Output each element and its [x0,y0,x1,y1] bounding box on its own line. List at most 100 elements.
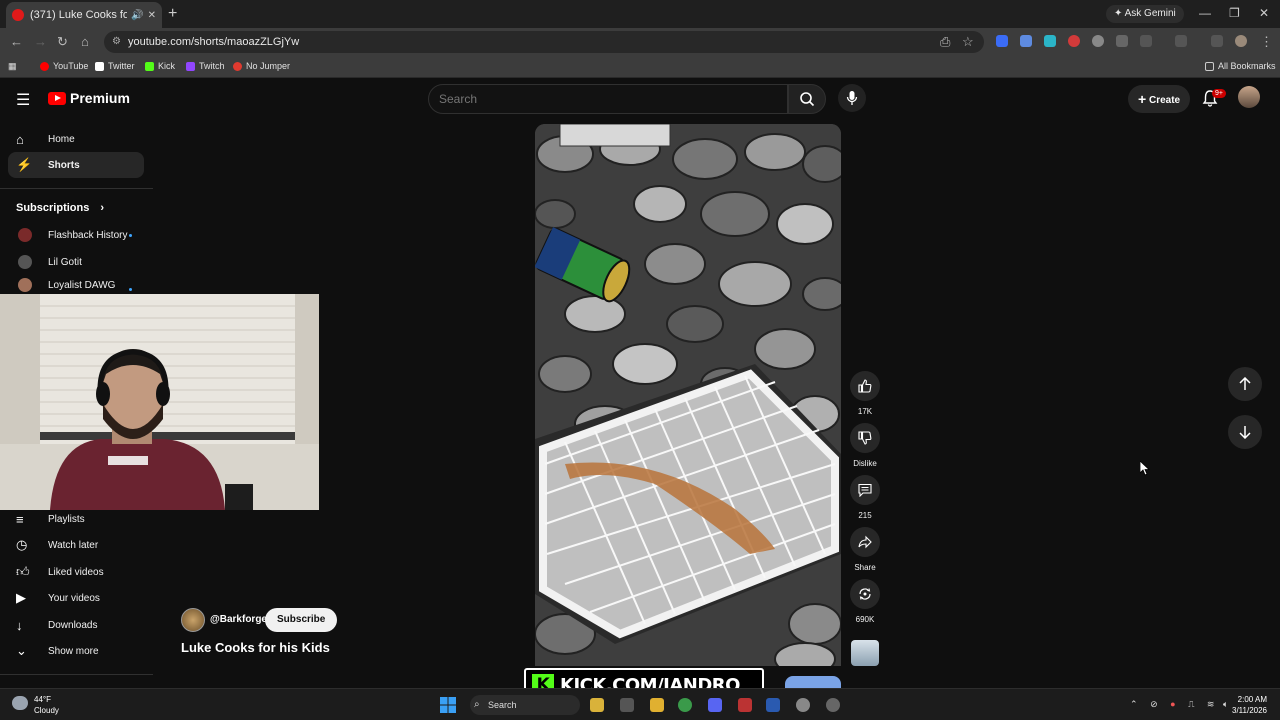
back-icon[interactable]: ← [10,34,23,49]
url-text: youtube.com/shorts/maoazZLGjYw [128,36,300,48]
new-tab-icon[interactable]: + [168,5,177,23]
taskbar-search-box[interactable]: ⌕ Search [470,695,580,715]
reload-icon[interactable]: ↻ [57,34,68,50]
tray-app-icon[interactable]: ⊘ [1150,699,1158,709]
youtube-bookmark-icon [40,61,49,71]
profile-avatar-icon[interactable] [1235,35,1247,47]
create-button[interactable]: + Create [1128,85,1191,113]
media-controls-icon[interactable] [1211,35,1223,47]
short-title[interactable]: Luke Cooks for his Kids [181,640,330,655]
dislike-button[interactable] [850,423,880,453]
taskbar-chrome-icon[interactable] [678,698,692,712]
sidebar-item-playlists[interactable]: ≡ Playlists [8,506,144,532]
site-info-icon[interactable]: ⚙ [112,31,121,53]
tray-overflow-icon[interactable]: ⌃ [1130,699,1138,709]
like-button[interactable] [850,371,880,401]
extension-record-icon[interactable] [1068,35,1080,47]
short-video-player[interactable] [535,124,841,666]
home-browser-icon[interactable]: ⌂ [81,34,89,49]
windows-start-icon[interactable] [440,697,456,713]
extension-script-icon[interactable] [1116,35,1128,47]
window-close-icon[interactable]: ✕ [1259,6,1269,20]
minimize-icon[interactable]: — [1199,6,1211,20]
tab-close-icon[interactable]: ✕ [148,10,156,21]
taskbar-settings-icon[interactable] [796,698,810,712]
search-icon [800,92,815,107]
sidebar-item-home[interactable]: ⌂ Home [8,126,144,152]
wifi-icon[interactable]: ≋ [1207,699,1215,709]
sidebar-item-downloads[interactable]: ↓ Downloads [8,612,144,638]
url-bar[interactable]: ⚙ youtube.com/shorts/maoazZLGjYw [104,31,984,53]
taskbar-app-icon[interactable] [766,698,780,712]
streamer-webcam-image [0,294,319,510]
speaker-icon[interactable]: 🔊 [131,10,143,21]
bookmark-youtube[interactable]: YouTube [40,61,88,71]
subscriptions-heading[interactable]: Subscriptions › [16,202,104,214]
maximize-icon[interactable]: ❐ [1229,6,1240,20]
sidebar-sub-flashback-history[interactable]: Flashback History [0,222,136,248]
bookmark-twitch[interactable]: Twitch [186,61,225,71]
browser-menu-icon[interactable]: ⋮ [1260,34,1273,50]
taskbar-file-explorer-icon[interactable] [650,698,664,712]
bookmark-label: Kick [158,61,176,71]
bookmark-nojumper[interactable]: No Jumper [233,61,290,71]
subscription-name: Flashback History [48,229,128,241]
sidebar-item-show-more[interactable]: ⌄ Show more [8,638,144,664]
share-action: Share [850,527,880,572]
remix-button[interactable] [850,579,880,609]
taskbar-clock[interactable]: 2:00 AM 3/11/2026 [1232,694,1267,716]
previous-short-button[interactable] [1228,367,1262,401]
bookmark-kick[interactable]: Kick [145,61,175,71]
share-button[interactable] [850,527,880,557]
taskbar-obs-icon[interactable] [738,698,752,712]
next-short-button[interactable] [1228,415,1262,449]
install-app-icon[interactable]: ⎙ [940,34,950,50]
taskbar-task-view-icon[interactable] [620,698,634,712]
volume-icon[interactable]: 🔈︎ [1223,699,1228,709]
sidebar-sub-loyalist-dawg[interactable]: Loyalist DAWG [0,276,136,294]
weather-widget[interactable]: 44°F Cloudy [34,694,59,716]
sidebar-item-shorts[interactable]: ⚡ Shorts [8,152,144,178]
sidebar-item-your-videos[interactable]: ▶ Your videos [8,585,144,611]
comments-button[interactable] [850,475,880,505]
channel-avatar [18,228,32,242]
tray-mic-icon[interactable]: ● [1170,699,1175,709]
taskbar-app-icon[interactable] [826,698,840,712]
all-bookmarks-folder[interactable]: All Bookmarks [1205,61,1276,71]
search-button[interactable] [788,84,826,114]
extension-w-icon[interactable] [996,35,1008,47]
account-avatar[interactable] [1238,86,1260,108]
extension-window-icon[interactable] [1020,35,1032,47]
audio-source-thumbnail[interactable] [851,640,879,666]
channel-avatar [18,255,32,269]
channel-handle[interactable]: @Barkforge [210,614,267,625]
tray-usb-icon[interactable]: ⎍ [1188,699,1194,709]
extension-translate-icon[interactable] [1044,35,1056,47]
voice-search-button[interactable] [838,84,866,112]
ask-gemini-button[interactable]: ✦ Ask Gemini [1106,5,1184,23]
taskbar-discord-icon[interactable] [708,698,722,712]
bookmark-twitter[interactable]: Twitter [95,61,135,71]
channel-avatar[interactable] [181,608,205,632]
forward-icon[interactable]: → [34,34,47,49]
extensions-puzzle-icon[interactable] [1140,35,1152,47]
clock-date: 3/11/2026 [1232,706,1267,715]
sidepanel-icon[interactable] [1175,35,1187,47]
new-content-dot [129,234,132,237]
sidebar-sub-lil-gotit[interactable]: Lil Gotit [0,249,136,275]
browser-tab-active[interactable]: (371) Luke Cooks for his Kid 🔊 ✕ [6,2,162,28]
sidebar-item-liked-videos[interactable]: 👍︎ Liked videos [8,559,144,585]
hamburger-menu-icon[interactable]: ☰ [16,90,30,110]
search-input[interactable] [428,84,788,114]
remix-count: 690K [855,615,875,624]
subscribe-button[interactable]: Subscribe [265,608,338,632]
apps-grid-icon[interactable]: ▦ [8,61,17,72]
share-arrow-icon [858,535,872,549]
taskbar-app-icon[interactable] [590,698,604,712]
sidebar-item-watch-later[interactable]: ◷ Watch later [8,532,144,558]
sidebar-item-label: Home [48,133,75,145]
extension-h-icon[interactable] [1092,35,1104,47]
youtube-premium-logo[interactable]: Premium [48,90,130,106]
bookmark-star-icon[interactable]: ☆ [962,34,974,50]
weather-temp: 44°F [34,695,51,704]
